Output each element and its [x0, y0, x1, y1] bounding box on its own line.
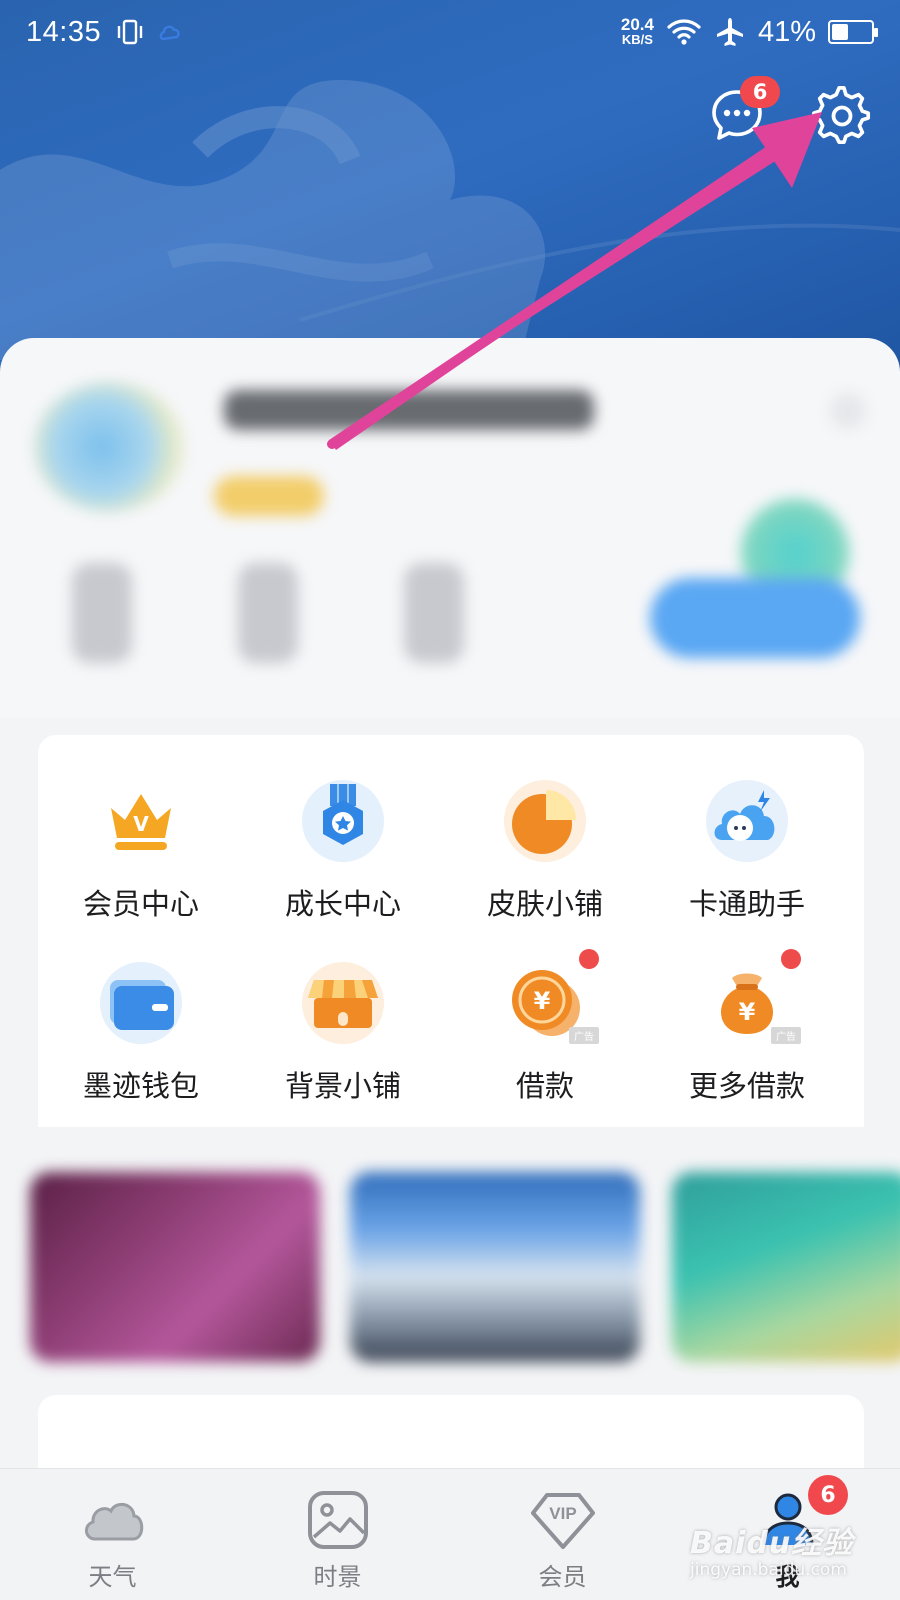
- service-more-loans[interactable]: ¥ 广告 更多借款: [652, 949, 842, 1117]
- service-moji-wallet[interactable]: 墨迹钱包: [46, 957, 236, 1117]
- network-speed-value: 20.4: [620, 15, 654, 34]
- level-badge-blurred: [214, 476, 324, 516]
- nav-label: 时景: [313, 1563, 362, 1591]
- money-bag-icon: ¥ 广告: [701, 949, 801, 1049]
- service-label: 皮肤小铺: [486, 887, 603, 921]
- service-growth-center[interactable]: 成长中心: [248, 775, 438, 935]
- service-loan[interactable]: ¥ 广告 借款: [450, 949, 640, 1117]
- services-grid: V 会员中心 成长中心 皮肤小铺 卡通助手 墨迹钱包 背景小铺 ¥ 广告 借款 …: [38, 735, 864, 1127]
- svg-text:VIP: VIP: [549, 1504, 576, 1523]
- service-label: 借款: [515, 1069, 574, 1103]
- svg-text:¥: ¥: [534, 987, 551, 1015]
- shop-icon: [297, 957, 389, 1049]
- new-indicator-dot: [781, 949, 801, 969]
- status-bar: 14:35 20.4 KB/S 41%: [0, 0, 900, 64]
- promo-banner-3[interactable]: [672, 1172, 900, 1362]
- wifi-icon: [667, 19, 701, 45]
- stat-blurred-2: [238, 563, 298, 663]
- profile-card[interactable]: [0, 338, 900, 718]
- service-skin-shop[interactable]: 皮肤小铺: [450, 775, 640, 935]
- network-speed-unit: KB/S: [621, 32, 653, 47]
- profile-chevron-blurred[interactable]: [830, 393, 866, 429]
- battery-icon: [828, 20, 878, 44]
- cloud-illustration-blurred: [650, 578, 860, 658]
- coin-icon: ¥ 广告: [499, 949, 599, 1049]
- svg-text:V: V: [133, 812, 149, 836]
- vibrate-icon: [117, 19, 143, 45]
- cloud-icon: [84, 1502, 143, 1541]
- nav-item-weather[interactable]: 天气: [0, 1469, 225, 1600]
- content-card: [38, 1395, 864, 1475]
- nav-item-me[interactable]: 我: [675, 1469, 900, 1600]
- stat-blurred-1: [72, 563, 132, 663]
- battery-fill: [832, 24, 848, 40]
- ad-tag: 广告: [569, 1027, 599, 1044]
- stat-blurred-3: [404, 563, 464, 663]
- image-icon: [307, 1491, 368, 1549]
- user-avatar[interactable]: [34, 382, 184, 512]
- battery-percent: 41%: [757, 15, 816, 48]
- wallet-icon: [95, 957, 187, 1049]
- nav-item-vip[interactable]: VIP 会员: [450, 1469, 675, 1600]
- service-label: 背景小铺: [284, 1069, 401, 1103]
- network-speed: 20.4 KB/S: [620, 15, 654, 47]
- nav-item-scenes[interactable]: 时景: [225, 1469, 450, 1600]
- service-label: 会员中心: [82, 887, 199, 921]
- nav-label: 天气: [88, 1563, 137, 1591]
- service-label: 墨迹钱包: [82, 1069, 199, 1103]
- promo-banner-2[interactable]: [350, 1172, 640, 1362]
- status-time: 14:35: [26, 15, 102, 48]
- settings-gear-icon[interactable]: [812, 86, 872, 146]
- username-blurred: [224, 390, 594, 430]
- crown-icon: V: [95, 775, 187, 867]
- promo-banner-1[interactable]: [30, 1172, 320, 1362]
- medal-icon: [297, 775, 389, 867]
- nav-label: 会员: [538, 1563, 587, 1591]
- service-member-center[interactable]: V 会员中心: [46, 775, 236, 935]
- airplane-mode-icon: [716, 18, 743, 46]
- svg-text:¥: ¥: [739, 998, 756, 1026]
- vip-diamond-icon: VIP: [530, 1493, 595, 1549]
- message-badge: 6: [740, 76, 780, 108]
- cartoon-cloud-icon: [701, 775, 793, 867]
- service-cartoon-assistant[interactable]: 卡通助手: [652, 775, 842, 935]
- service-label: 成长中心: [284, 887, 401, 921]
- service-label: 卡通助手: [688, 887, 805, 921]
- pie-chart-icon: [499, 775, 591, 867]
- bottom-nav: 天气 时景 VIP 会员 我: [0, 1468, 900, 1600]
- nav-label: 我: [775, 1563, 800, 1591]
- service-background-shop[interactable]: 背景小铺: [248, 957, 438, 1117]
- new-indicator-dot: [579, 949, 599, 969]
- me-badge: 6: [808, 1475, 848, 1515]
- ad-tag: 广告: [771, 1027, 801, 1044]
- notification-app-icon: [159, 25, 180, 41]
- service-label: 更多借款: [688, 1069, 805, 1103]
